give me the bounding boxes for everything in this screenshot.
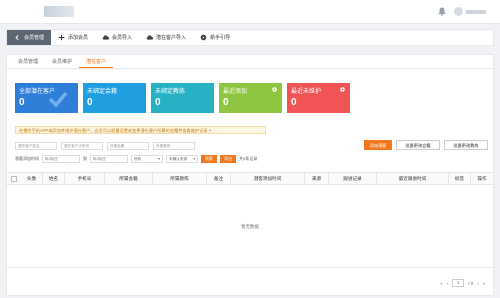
column-header[interactable]: 手机号 — [65, 173, 105, 185]
main-panel: 会员管理 会员维护 潜在客户 全部潜在客户 0 未绑定会籍 0 未绑定教练 0 … — [6, 54, 494, 296]
prospect-name-input[interactable]: 潜在客户姓名 — [15, 142, 57, 150]
stat-card-value: 0 — [291, 97, 297, 108]
end-date-value: 年/月/日 — [93, 157, 106, 161]
empty-state: 暂无数据 — [7, 185, 493, 268]
stat-card-unbound-coach[interactable]: 未绑定教练 0 — [151, 83, 214, 113]
coach-input[interactable]: 所属教练 — [153, 142, 195, 150]
source-select-value: 未确认来源 — [169, 157, 187, 161]
chevron-down-icon: ▾ — [193, 157, 195, 161]
column-header[interactable]: 最近跟进时间 — [377, 173, 449, 185]
guide-button[interactable]: 新手引导 — [193, 30, 237, 45]
start-date-input[interactable]: 年/月/日 — [42, 155, 80, 163]
logo — [44, 6, 74, 17]
stat-card-unbound-membership[interactable]: 未绑定会籍 0 — [83, 83, 146, 113]
record-count: 共0条记录 — [239, 156, 258, 161]
table-header: 头像 姓名 手机号 所属会籍 所属教练 备注 潜客添加时间 来源 跟进记录 最近… — [7, 172, 493, 185]
export-button[interactable]: 导出 — [220, 155, 236, 163]
cloud-upload-icon — [102, 35, 110, 40]
stat-card-label: 未绑定会籍 — [87, 89, 118, 95]
chevron-down-icon: ▾ — [158, 157, 160, 161]
stat-card-value: 0 — [155, 97, 161, 108]
status-select-value: 所有 — [134, 157, 142, 161]
stat-card-value: 0 — [87, 97, 93, 108]
stat-card-value: 0 — [223, 97, 229, 108]
date-filter-label: 潜客添加时间 — [15, 156, 39, 161]
tab-prospects[interactable]: 潜在客户 — [79, 55, 114, 68]
column-header[interactable]: 所属教练 — [153, 173, 207, 185]
import-prospects-label: 潜在客户导入 — [156, 35, 187, 41]
prospects-table: 头像 姓名 手机号 所属会籍 所属教练 备注 潜客添加时间 来源 跟进记录 最近… — [7, 172, 493, 268]
column-header[interactable]: 操作 — [471, 173, 493, 185]
page-total: / 0 — [468, 280, 474, 286]
filter-row: 潜在客户姓名 潜在客户手机号 所属会籍 所属教练 — [15, 142, 195, 150]
column-header[interactable]: 来源 — [305, 173, 329, 185]
tab-bar: 会员管理 会员维护 潜在客户 — [7, 55, 493, 69]
info-notice: 在帽在手机APP端添加并维护潜在客户，这里可以批量设置或变更潜在客户所属的会籍并… — [15, 126, 266, 134]
select-all-checkbox[interactable] — [11, 176, 17, 182]
add-prospect-button[interactable]: 添加潜客 — [364, 140, 392, 150]
tab-member-management[interactable]: 会员管理 — [11, 55, 45, 68]
status-select[interactable]: 所有 ▾ — [131, 155, 163, 163]
gear-icon[interactable] — [271, 86, 278, 93]
prospect-phone-input[interactable]: 潜在客户手机号 — [61, 142, 103, 150]
stat-card-recently-unmaintained[interactable]: 最近未维护 0 — [287, 83, 350, 113]
stat-card-value: 0 — [19, 97, 25, 108]
stat-cards: 全部潜在客户 0 未绑定会籍 0 未绑定教练 0 最近添加 0 最近未维护 0 — [15, 83, 350, 113]
stat-card-recently-added[interactable]: 最近添加 0 — [219, 83, 282, 113]
add-member-button[interactable]: 添加会员 — [51, 30, 95, 45]
import-members-button[interactable]: 会员导入 — [95, 30, 139, 45]
column-header[interactable]: 标签 — [449, 173, 471, 185]
start-date-value: 年/月/日 — [45, 157, 58, 161]
user-name — [466, 9, 486, 14]
stat-card-label: 最近添加 — [223, 89, 248, 95]
top-right-area — [438, 7, 486, 16]
column-header[interactable]: 头像 — [21, 173, 43, 185]
import-members-label: 会员导入 — [112, 35, 133, 41]
batch-change-coach-button[interactable]: 批量更改教练 — [444, 140, 488, 150]
first-page-icon[interactable]: « — [440, 281, 442, 286]
prev-page-icon[interactable]: ‹ — [447, 281, 448, 286]
arrow-left-icon — [15, 35, 19, 40]
stat-card-all-prospects[interactable]: 全部潜在客户 0 — [15, 83, 78, 113]
add-member-label: 添加会员 — [68, 35, 89, 41]
column-header[interactable]: 备注 — [207, 173, 231, 185]
source-select[interactable]: 未确认来源 ▾ — [166, 155, 198, 163]
avatar — [454, 7, 463, 16]
back-button-label: 会员管理 — [24, 35, 45, 41]
compass-icon — [200, 34, 207, 41]
pagination: « ‹ 1 / 0 › » — [440, 279, 485, 287]
stat-card-label: 最近未维护 — [291, 89, 322, 95]
tab-member-maintenance[interactable]: 会员维护 — [45, 55, 79, 68]
column-header[interactable]: 潜客添加时间 — [231, 173, 305, 185]
date-filter-row: 潜客添加时间 年/月/日 到 年/月/日 所有 ▾ 未确认来源 ▾ 搜索 导出 … — [15, 155, 257, 163]
column-header[interactable]: 跟进记录 — [329, 173, 377, 185]
search-button[interactable]: 搜索 — [201, 155, 217, 163]
back-button[interactable]: 会员管理 — [7, 30, 52, 45]
date-to-label: 到 — [83, 156, 87, 161]
batch-change-membership-button[interactable]: 批量更改会籍 — [396, 140, 440, 150]
column-header[interactable]: 姓名 — [43, 173, 65, 185]
plus-icon — [58, 34, 65, 41]
user-menu[interactable] — [454, 7, 486, 16]
top-bar — [0, 0, 500, 24]
guide-label: 新手引导 — [210, 35, 231, 41]
cloud-upload-icon — [146, 35, 154, 40]
stat-card-label: 未绑定教练 — [155, 89, 186, 95]
end-date-input[interactable]: 年/月/日 — [90, 155, 128, 163]
bell-icon[interactable] — [438, 7, 446, 16]
next-page-icon[interactable]: › — [477, 281, 478, 286]
toolbar: 会员管理 添加会员 会员导入 潜在客户导入 新手引导 — [6, 29, 494, 46]
membership-input[interactable]: 所属会籍 — [107, 142, 149, 150]
column-header[interactable]: 所属会籍 — [105, 173, 153, 185]
checkmark-icon — [48, 91, 68, 108]
last-page-icon[interactable]: » — [483, 281, 485, 286]
page-input[interactable]: 1 — [452, 279, 465, 287]
import-prospects-button[interactable]: 潜在客户导入 — [139, 30, 193, 45]
gear-icon[interactable] — [339, 86, 346, 93]
